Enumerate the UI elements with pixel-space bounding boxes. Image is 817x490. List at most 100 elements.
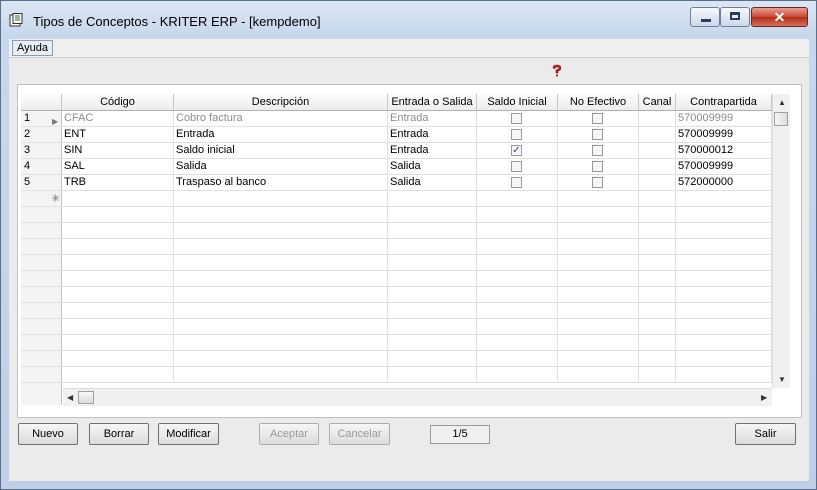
- cell-empty[interactable]: [62, 351, 174, 366]
- no-efectivo-checkbox[interactable]: [592, 145, 603, 156]
- empty-row[interactable]: [21, 239, 772, 255]
- cell-empty[interactable]: [639, 255, 676, 270]
- scroll-left-icon[interactable]: ◀: [67, 393, 73, 402]
- cell-empty[interactable]: [174, 319, 388, 334]
- column-header-entrada-salida[interactable]: Entrada o Salida: [388, 94, 477, 111]
- empty-row[interactable]: [21, 255, 772, 271]
- cell-empty[interactable]: [388, 207, 477, 222]
- cell-empty[interactable]: [558, 207, 639, 222]
- empty-row[interactable]: [21, 287, 772, 303]
- cell-empty[interactable]: [558, 239, 639, 254]
- cell-entrada-salida[interactable]: Salida: [388, 159, 477, 174]
- row-number[interactable]: [21, 287, 62, 302]
- table-row[interactable]: 4 SAL Salida Salida 570009999: [21, 159, 772, 175]
- row-number[interactable]: [21, 335, 62, 350]
- cell-descripcion[interactable]: Cobro factura: [174, 111, 388, 126]
- column-header-no-efectivo[interactable]: No Efectivo: [558, 94, 639, 111]
- cell-canal[interactable]: [639, 111, 676, 126]
- horizontal-scrollbar[interactable]: ◀ ▶: [63, 388, 772, 406]
- cell-empty[interactable]: [174, 191, 388, 206]
- cell-contrapartida[interactable]: 572000000: [676, 175, 772, 190]
- column-header-codigo[interactable]: Código: [62, 94, 174, 111]
- no-efectivo-checkbox[interactable]: [592, 177, 603, 188]
- cell-empty[interactable]: [388, 255, 477, 270]
- cell-empty[interactable]: [477, 303, 558, 318]
- cell-empty[interactable]: [676, 191, 772, 206]
- cell-empty[interactable]: [388, 239, 477, 254]
- cell-empty[interactable]: [639, 191, 676, 206]
- cell-contrapartida[interactable]: 570000012: [676, 143, 772, 158]
- cell-empty[interactable]: [174, 367, 388, 382]
- cell-empty[interactable]: [62, 271, 174, 286]
- cell-empty[interactable]: [676, 239, 772, 254]
- cell-empty[interactable]: [62, 367, 174, 382]
- vertical-scrollbar[interactable]: ▲ ▼: [772, 94, 790, 388]
- cell-empty[interactable]: [174, 207, 388, 222]
- cell-empty[interactable]: [477, 351, 558, 366]
- cell-empty[interactable]: [676, 319, 772, 334]
- menu-ayuda[interactable]: Ayuda: [12, 40, 53, 56]
- aceptar-button[interactable]: Aceptar: [259, 423, 319, 445]
- cell-empty[interactable]: [62, 239, 174, 254]
- cell-empty[interactable]: [388, 335, 477, 350]
- cell-empty[interactable]: [676, 255, 772, 270]
- cell-empty[interactable]: [388, 367, 477, 382]
- minimize-button[interactable]: [690, 7, 720, 27]
- cell-empty[interactable]: [558, 335, 639, 350]
- cell-empty[interactable]: [676, 303, 772, 318]
- column-header-canal[interactable]: Canal: [639, 94, 676, 111]
- cell-empty[interactable]: [174, 223, 388, 238]
- title-bar[interactable]: Tipos de Conceptos - KRITER ERP - [kempd…: [1, 1, 816, 39]
- cell-empty[interactable]: [62, 207, 174, 222]
- cell-empty[interactable]: [558, 303, 639, 318]
- borrar-button[interactable]: Borrar: [89, 423, 149, 445]
- cell-empty[interactable]: [174, 351, 388, 366]
- table-row[interactable]: 3 SIN Saldo inicial Entrada ✓ 570000012: [21, 143, 772, 159]
- cell-entrada-salida[interactable]: Entrada: [388, 143, 477, 158]
- cell-empty[interactable]: [676, 287, 772, 302]
- row-number[interactable]: [21, 319, 62, 334]
- cell-empty[interactable]: [62, 303, 174, 318]
- cell-empty[interactable]: [558, 191, 639, 206]
- cell-empty[interactable]: [477, 287, 558, 302]
- salir-button[interactable]: Salir: [735, 423, 796, 445]
- cell-empty[interactable]: [558, 367, 639, 382]
- cell-empty[interactable]: [558, 271, 639, 286]
- empty-row[interactable]: [21, 223, 772, 239]
- table-row[interactable]: 1 ▶ CFAC Cobro factura Entrada 570009999: [21, 111, 772, 127]
- cell-empty[interactable]: [62, 223, 174, 238]
- cell-descripcion[interactable]: Saldo inicial: [174, 143, 388, 158]
- cell-empty[interactable]: [388, 351, 477, 366]
- cell-empty[interactable]: [174, 271, 388, 286]
- empty-row[interactable]: [21, 303, 772, 319]
- cell-empty[interactable]: [639, 351, 676, 366]
- cell-empty[interactable]: [639, 207, 676, 222]
- saldo-inicial-checkbox[interactable]: [511, 161, 522, 172]
- scroll-right-icon[interactable]: ▶: [761, 393, 767, 402]
- column-header-contrapartida[interactable]: Contrapartida: [676, 94, 772, 111]
- cell-empty[interactable]: [477, 367, 558, 382]
- cell-contrapartida[interactable]: 570009999: [676, 127, 772, 142]
- cell-empty[interactable]: [174, 335, 388, 350]
- help-question-icon[interactable]: [550, 64, 564, 78]
- empty-row[interactable]: [21, 335, 772, 351]
- cell-empty[interactable]: [639, 303, 676, 318]
- cell-empty[interactable]: [62, 287, 174, 302]
- cell-empty[interactable]: [676, 351, 772, 366]
- cell-canal[interactable]: [639, 159, 676, 174]
- table-row[interactable]: 2 ENT Entrada Entrada 570009999: [21, 127, 772, 143]
- cell-contrapartida[interactable]: 570009999: [676, 159, 772, 174]
- no-efectivo-checkbox[interactable]: [592, 161, 603, 172]
- nuevo-button[interactable]: Nuevo: [18, 423, 78, 445]
- cell-descripcion[interactable]: Salida: [174, 159, 388, 174]
- cell-codigo[interactable]: SAL: [62, 159, 174, 174]
- row-number[interactable]: [21, 207, 62, 222]
- no-efectivo-checkbox[interactable]: [592, 129, 603, 140]
- cell-empty[interactable]: [676, 271, 772, 286]
- cell-empty[interactable]: [388, 303, 477, 318]
- row-number[interactable]: [21, 303, 62, 318]
- cell-empty[interactable]: [676, 367, 772, 382]
- row-number[interactable]: [21, 367, 62, 382]
- cell-descripcion[interactable]: Traspaso al banco: [174, 175, 388, 190]
- cell-empty[interactable]: [477, 223, 558, 238]
